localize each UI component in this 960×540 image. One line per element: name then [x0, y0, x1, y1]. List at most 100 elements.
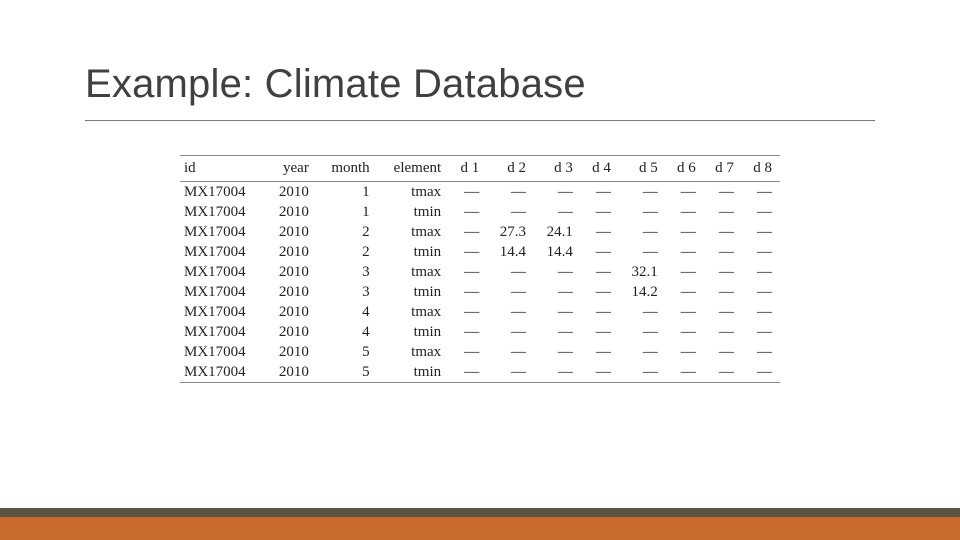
cell-d3: —: [534, 322, 581, 342]
cell-d3: —: [534, 282, 581, 302]
cell-d2: 27.3: [487, 222, 534, 242]
cell-d1: —: [449, 302, 487, 322]
cell-d5: 14.2: [619, 282, 666, 302]
cell-id: MX17004: [180, 242, 266, 262]
cell-d4: —: [581, 242, 619, 262]
cell-id: MX17004: [180, 262, 266, 282]
cell-element: tmax: [378, 342, 449, 362]
cell-d6: —: [666, 202, 704, 222]
cell-year: 2010: [266, 362, 317, 383]
cell-d7: —: [704, 262, 742, 282]
cell-id: MX17004: [180, 322, 266, 342]
col-d7: d 7: [704, 156, 742, 182]
cell-d8: —: [742, 302, 780, 322]
cell-d3: —: [534, 262, 581, 282]
table-row: MX1700420105tmax————————: [180, 342, 780, 362]
cell-d4: —: [581, 182, 619, 203]
title-underline: [85, 120, 875, 121]
cell-d7: —: [704, 222, 742, 242]
cell-d2: —: [487, 322, 534, 342]
cell-element: tmax: [378, 302, 449, 322]
cell-d5: —: [619, 362, 666, 383]
cell-id: MX17004: [180, 362, 266, 383]
table-row: MX1700420101tmax————————: [180, 182, 780, 203]
col-d2: d 2: [487, 156, 534, 182]
cell-d1: —: [449, 262, 487, 282]
cell-id: MX17004: [180, 302, 266, 322]
cell-year: 2010: [266, 242, 317, 262]
cell-d4: —: [581, 322, 619, 342]
cell-d8: —: [742, 182, 780, 203]
cell-year: 2010: [266, 322, 317, 342]
cell-element: tmin: [378, 282, 449, 302]
cell-id: MX17004: [180, 182, 266, 203]
col-d5: d 5: [619, 156, 666, 182]
col-d1: d 1: [449, 156, 487, 182]
cell-d4: —: [581, 362, 619, 383]
cell-month: 4: [317, 302, 378, 322]
cell-d4: —: [581, 202, 619, 222]
cell-element: tmin: [378, 362, 449, 383]
cell-d2: —: [487, 262, 534, 282]
cell-month: 1: [317, 202, 378, 222]
cell-d8: —: [742, 322, 780, 342]
cell-element: tmin: [378, 202, 449, 222]
footer-bar: [0, 508, 960, 540]
col-year: year: [266, 156, 317, 182]
table-row: MX1700420104tmin————————: [180, 322, 780, 342]
table-body: MX1700420101tmax————————MX1700420101tmin…: [180, 182, 780, 383]
cell-element: tmin: [378, 242, 449, 262]
cell-d5: —: [619, 202, 666, 222]
cell-d8: —: [742, 222, 780, 242]
cell-d7: —: [704, 362, 742, 383]
cell-year: 2010: [266, 282, 317, 302]
cell-d3: —: [534, 362, 581, 383]
cell-d5: —: [619, 342, 666, 362]
footer-stripe-orange: [0, 517, 960, 540]
cell-d5: —: [619, 182, 666, 203]
cell-d1: —: [449, 322, 487, 342]
data-table: id year month element d 1 d 2 d 3 d 4 d …: [180, 155, 780, 383]
cell-year: 2010: [266, 202, 317, 222]
cell-d8: —: [742, 362, 780, 383]
cell-d8: —: [742, 242, 780, 262]
cell-d3: —: [534, 202, 581, 222]
cell-element: tmax: [378, 262, 449, 282]
cell-d5: 32.1: [619, 262, 666, 282]
cell-d7: —: [704, 242, 742, 262]
cell-d6: —: [666, 342, 704, 362]
cell-d2: —: [487, 182, 534, 203]
cell-d3: —: [534, 182, 581, 203]
col-d6: d 6: [666, 156, 704, 182]
cell-d7: —: [704, 342, 742, 362]
cell-d8: —: [742, 202, 780, 222]
table-row: MX1700420101tmin————————: [180, 202, 780, 222]
slide: Example: Climate Database id year month …: [0, 0, 960, 540]
cell-year: 2010: [266, 222, 317, 242]
table-row: MX1700420105tmin————————: [180, 362, 780, 383]
cell-d7: —: [704, 282, 742, 302]
col-id: id: [180, 156, 266, 182]
cell-d3: 14.4: [534, 242, 581, 262]
table-row: MX1700420103tmax————32.1———: [180, 262, 780, 282]
cell-d4: —: [581, 342, 619, 362]
cell-d6: —: [666, 362, 704, 383]
cell-d6: —: [666, 182, 704, 203]
cell-d7: —: [704, 322, 742, 342]
cell-month: 1: [317, 182, 378, 203]
cell-d4: —: [581, 282, 619, 302]
cell-d6: —: [666, 302, 704, 322]
cell-d1: —: [449, 202, 487, 222]
cell-d7: —: [704, 182, 742, 203]
cell-d7: —: [704, 302, 742, 322]
cell-element: tmin: [378, 322, 449, 342]
cell-d4: —: [581, 222, 619, 242]
col-d3: d 3: [534, 156, 581, 182]
table-header-row: id year month element d 1 d 2 d 3 d 4 d …: [180, 156, 780, 182]
cell-year: 2010: [266, 182, 317, 203]
cell-element: tmax: [378, 222, 449, 242]
cell-d5: —: [619, 222, 666, 242]
cell-d2: —: [487, 342, 534, 362]
cell-d8: —: [742, 342, 780, 362]
cell-d2: —: [487, 362, 534, 383]
